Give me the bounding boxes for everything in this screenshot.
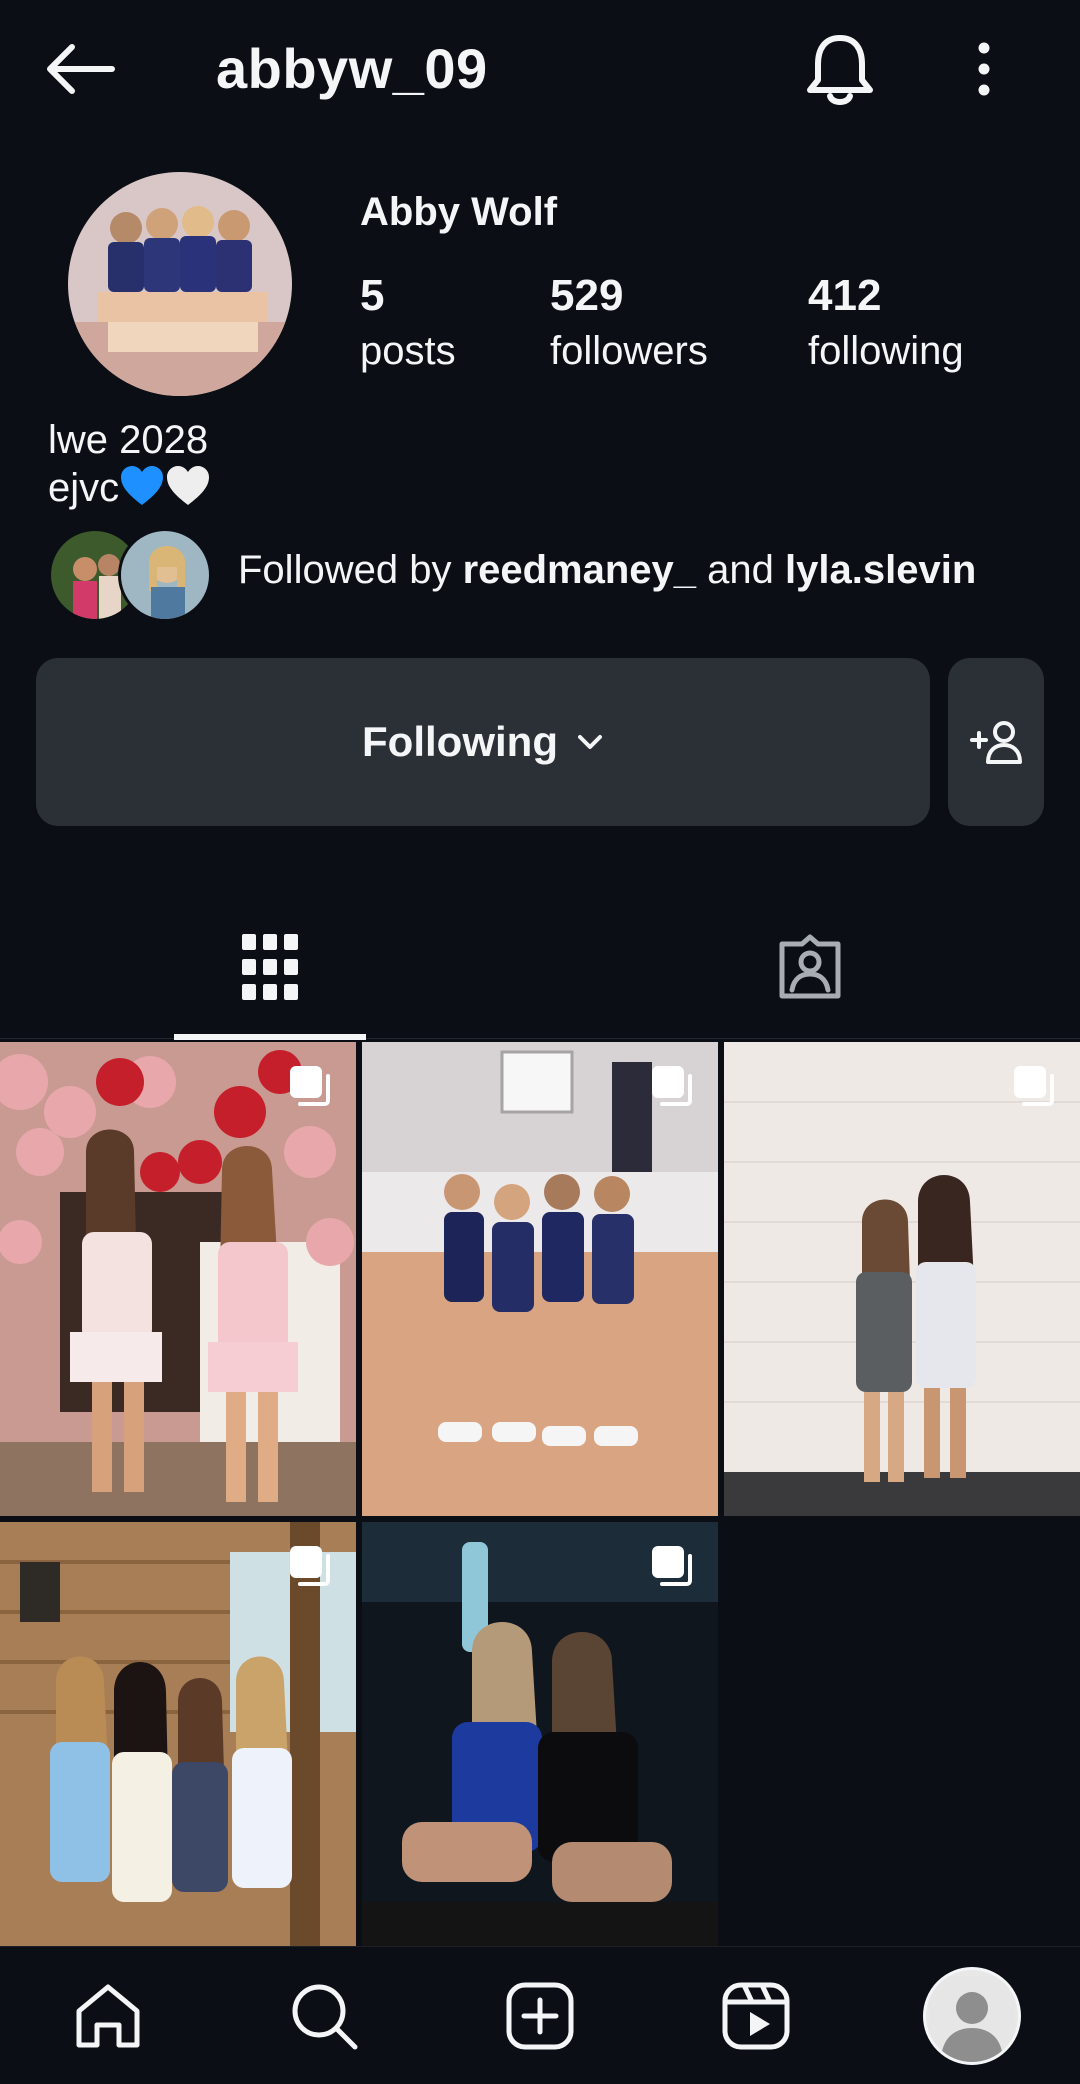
post-photo-1 bbox=[0, 1042, 356, 1516]
bio-line-2: ejvc bbox=[48, 464, 211, 512]
nav-create[interactable] bbox=[480, 1947, 600, 2084]
followers-count: 529 bbox=[550, 271, 624, 320]
bio-line-2-text: ejvc bbox=[48, 466, 120, 510]
profile-photo bbox=[68, 172, 292, 396]
following-label: following bbox=[808, 329, 964, 373]
tab-posts-grid[interactable] bbox=[174, 900, 366, 1040]
bottom-navigation bbox=[0, 1946, 1080, 2084]
bell-icon bbox=[807, 35, 873, 105]
following-button-label: Following bbox=[362, 718, 558, 765]
create-post-icon bbox=[506, 1982, 574, 2049]
profile-avatar[interactable] bbox=[68, 172, 292, 396]
profile-tabs bbox=[0, 900, 1080, 1040]
post-photo-3 bbox=[724, 1042, 1080, 1516]
search-icon bbox=[292, 1984, 358, 2049]
nav-reels[interactable] bbox=[696, 1947, 816, 2084]
followed-by-row[interactable]: Followed by reedmaney_ and lyla.slevin bbox=[48, 528, 1048, 622]
profile-username: abbyw_09 bbox=[216, 37, 488, 100]
white-heart-icon bbox=[167, 466, 210, 505]
followers-label: followers bbox=[550, 329, 708, 373]
grid-icon bbox=[242, 934, 298, 1000]
posts-stat[interactable]: 5 posts bbox=[360, 268, 456, 378]
multiple-photos-icon bbox=[652, 1546, 692, 1586]
default-avatar-icon bbox=[929, 1975, 1015, 2062]
post-thumbnail-5[interactable] bbox=[362, 1522, 718, 1996]
multiple-photos-icon bbox=[652, 1066, 692, 1106]
following-count: 412 bbox=[808, 271, 882, 320]
following-stat[interactable]: 412 following bbox=[808, 268, 964, 378]
chevron-down-icon bbox=[577, 735, 602, 749]
nav-home[interactable] bbox=[48, 1947, 168, 2084]
post-thumbnail-4[interactable] bbox=[0, 1522, 356, 1996]
profile-bio: lwe 2028 ejvc bbox=[48, 416, 211, 512]
multiple-photos-icon bbox=[290, 1546, 330, 1586]
nav-search[interactable] bbox=[264, 1947, 384, 2084]
profile-full-name: Abby Wolf bbox=[360, 190, 558, 234]
bio-line-1: lwe 2028 bbox=[48, 418, 209, 462]
add-user-icon bbox=[970, 721, 1022, 764]
nav-profile[interactable] bbox=[912, 1947, 1032, 2084]
profile-nav-avatar bbox=[923, 1966, 1021, 2065]
mutual-follower-1[interactable]: reedmaney_ bbox=[463, 548, 696, 592]
more-options-button[interactable] bbox=[960, 36, 1008, 102]
tagged-person-icon bbox=[779, 934, 841, 999]
post-photo-4 bbox=[0, 1522, 356, 1996]
multiple-photos-icon bbox=[1014, 1066, 1054, 1106]
suggest-users-button[interactable] bbox=[948, 658, 1044, 826]
post-thumbnail-1[interactable] bbox=[0, 1042, 356, 1516]
more-vertical-icon bbox=[978, 42, 990, 96]
posts-label: posts bbox=[360, 329, 456, 373]
tab-tagged[interactable] bbox=[714, 900, 906, 1034]
mutual-follower-2[interactable]: lyla.slevin bbox=[785, 548, 976, 592]
blue-heart-icon bbox=[121, 466, 164, 505]
post-photo-2 bbox=[362, 1042, 718, 1516]
reels-icon bbox=[722, 1982, 790, 2049]
back-arrow-icon bbox=[47, 44, 115, 94]
post-thumbnail-2[interactable] bbox=[362, 1042, 718, 1516]
followed-by-prefix: Followed by bbox=[238, 548, 452, 592]
multiple-photos-icon bbox=[290, 1066, 330, 1106]
following-button[interactable]: Following bbox=[36, 658, 930, 826]
followers-stat[interactable]: 529 followers bbox=[550, 268, 708, 378]
posts-count: 5 bbox=[360, 271, 385, 320]
back-button[interactable] bbox=[44, 36, 124, 102]
followed-by-conj: and bbox=[707, 548, 774, 592]
post-photo-5 bbox=[362, 1522, 718, 1996]
post-thumbnail-3[interactable] bbox=[724, 1042, 1080, 1516]
top-bar: abbyw_09 bbox=[0, 0, 1080, 140]
mutual-follower-avatar-2 bbox=[118, 528, 212, 622]
followed-by-text: Followed by reedmaney_ and lyla.slevin bbox=[238, 548, 976, 593]
home-icon bbox=[76, 1984, 140, 2047]
notifications-button[interactable] bbox=[804, 30, 876, 110]
